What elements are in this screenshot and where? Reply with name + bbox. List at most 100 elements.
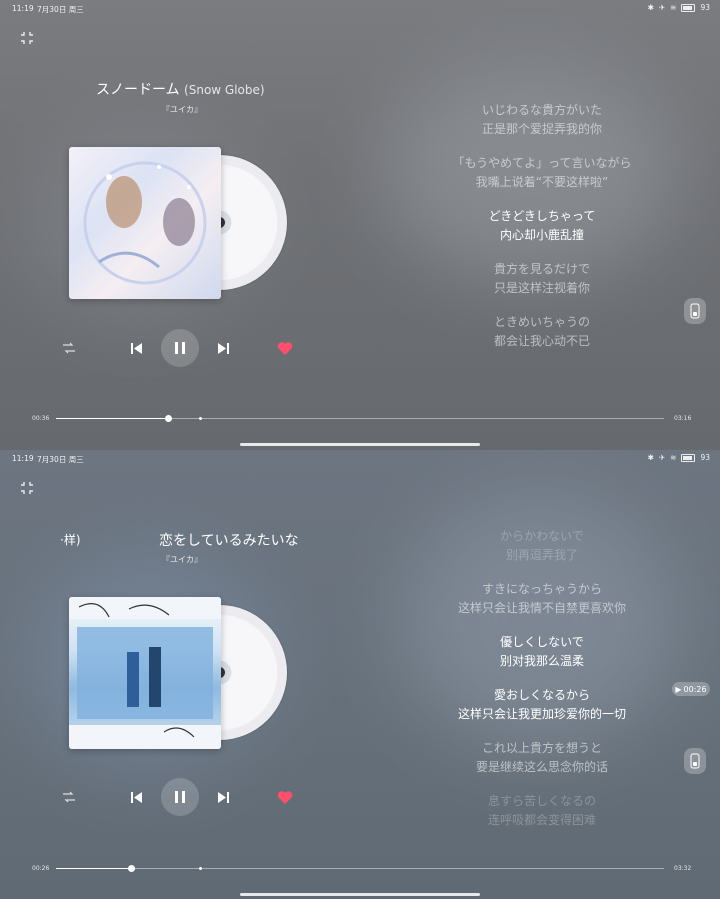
total-time: 03:16 [674, 415, 692, 422]
artist-name: 『ユイカ』 [162, 105, 202, 114]
lyric-seek-time: 00:26 [683, 684, 707, 694]
lyric-original: 息すら苦しくなるの [487, 794, 596, 808]
highlight-marker [199, 417, 202, 420]
lyric-line[interactable]: 愛おしくなるから这样只会让我更加珍爱你的一切 [372, 686, 712, 724]
status-time: 11:19 [12, 4, 34, 13]
lyric-translation: 这样只会让我更加珍爱你的一切 [457, 707, 626, 721]
lyric-original: ときめいちゃうの [493, 315, 590, 329]
album-cover [69, 147, 221, 299]
song-title-previous-fragment: ·样) [60, 533, 81, 547]
previous-icon[interactable] [130, 791, 143, 804]
status-icons: ✱ ✈ ≋ 93 [648, 453, 710, 462]
collapse-icon[interactable] [20, 481, 34, 495]
next-icon[interactable] [217, 791, 230, 804]
lyric-seek-badge[interactable]: ▶ 00:26 [672, 682, 710, 696]
play-icon: ▶ [675, 684, 682, 694]
song-title-text: スノードーム [96, 82, 180, 98]
heart-icon[interactable] [277, 341, 293, 356]
home-indicator[interactable] [240, 443, 480, 446]
lyric-mode-button[interactable] [684, 748, 706, 774]
lyric-original: 貴方を見るだけで [493, 262, 590, 276]
song-title: 恋をしているみたいな [159, 533, 299, 549]
lyric-mode-icon [690, 753, 700, 769]
artist-name: 『ユイカ』 [162, 555, 202, 564]
album-cover [69, 597, 221, 749]
elapsed-time: 00:26 [32, 865, 50, 872]
status-time: 11:19 [12, 454, 34, 463]
lyric-mode-button[interactable] [684, 298, 706, 324]
battery-level: 93 [700, 453, 710, 462]
lyric-line[interactable]: どきどきしちゃって 内心却小鹿乱撞 [372, 207, 712, 245]
status-date: 7月30日 周三 [37, 455, 84, 464]
bluetooth-icon: ✱ [647, 3, 654, 12]
lyric-line[interactable]: ときめいちゃうの 都会让我心动不已 [372, 313, 712, 351]
status-icons: ✱ ✈ ≋ 93 [648, 3, 710, 12]
song-title: スノードーム (Snow Globe) [96, 79, 265, 99]
battery-level: 93 [700, 3, 710, 12]
lyric-translation: 要是继续这么思念你的话 [475, 760, 608, 774]
status-bar: 11:19 7月30日 周三 ✱ ✈ ≋ 93 [0, 450, 720, 468]
battery-icon [681, 3, 696, 12]
wifi-icon: ≋ [670, 453, 677, 462]
seek-handle[interactable] [127, 865, 135, 872]
lyric-translation: 内心却小鹿乱撞 [499, 228, 584, 242]
lyric-line[interactable]: 「もうやめてよ」って言いながら 我嘴上说着“不要这样啦” [372, 154, 712, 192]
pause-icon [175, 791, 185, 803]
lyric-translation: 别再逗弄我了 [505, 548, 578, 562]
heart-icon[interactable] [277, 790, 293, 805]
lyric-original: いじわるな貴方がいた [481, 103, 602, 117]
seek-bar[interactable] [56, 415, 664, 422]
player-screen-1: 11:19 7月30日 周三 ✱ ✈ ≋ 93 スノードーム (Snow Glo… [0, 0, 720, 450]
playback-controls [0, 329, 360, 369]
lyric-line[interactable]: これ以上貴方を想うと 要是继续这么思念你的话 [372, 739, 712, 777]
bluetooth-icon: ✱ [647, 453, 654, 462]
song-title-marquee: ·样) 恋をしているみたいな [60, 528, 300, 550]
shuffle-icon[interactable] [62, 790, 76, 804]
lyric-translation: 正是那个爱捉弄我的你 [481, 122, 602, 136]
lyrics-panel[interactable]: いじわるな貴方がいた 正是那个爱捉弄我的你 「もうやめてよ」って言いながら 我嘴上说着… [372, 101, 712, 366]
lyric-original: 愛おしくなるから [493, 688, 590, 702]
lyric-line[interactable]: 貴方を見るだけで 只是这样注视着你 [372, 260, 712, 298]
lyric-line[interactable]: すきになっちゃうから这样只会让我情不自禁更喜欢你 [372, 580, 712, 618]
lyric-line[interactable]: からかわないで 别再逗弄我了 [372, 527, 712, 565]
elapsed-time: 00:36 [32, 415, 50, 422]
lyric-line[interactable]: いじわるな貴方がいた 正是那个爱捉弄我的你 [372, 101, 712, 139]
playback-controls [0, 778, 360, 818]
lyrics-panel[interactable]: からかわないで 别再逗弄我了すきになっちゃうから这样只会让我情不自禁更喜欢你優しく… [372, 527, 712, 845]
lyric-translation: 只是这样注视着你 [493, 281, 590, 295]
pause-button[interactable] [161, 329, 199, 367]
airplane-icon: ✈ [658, 453, 666, 462]
lyric-original: 「もうやめてよ」って言いながら [452, 156, 632, 170]
player-screen-2: 11:19 7月30日 周三 ✱ ✈ ≋ 93 ·样) 恋をしているみたいな 『… [0, 450, 720, 899]
album-art [83, 161, 207, 285]
lyric-original: からかわないで [500, 529, 584, 543]
lyric-original: すきになっちゃうから [481, 582, 602, 596]
total-time: 03:32 [674, 865, 692, 872]
lyric-original: どきどきしちゃって [488, 209, 596, 223]
song-subtitle: (Snow Globe) [184, 83, 265, 97]
seek-progress [56, 418, 168, 419]
lyric-translation: 都会让我心动不已 [493, 334, 590, 348]
collapse-icon[interactable] [20, 31, 34, 45]
lyric-translation: 别对我那么温柔 [499, 654, 584, 668]
highlight-marker [199, 867, 202, 870]
battery-icon [681, 453, 696, 462]
lyric-translation: 我嘴上说着“不要这样啦” [475, 175, 609, 189]
next-icon[interactable] [217, 342, 230, 355]
airplane-icon: ✈ [658, 3, 666, 12]
lyric-mode-icon [690, 303, 700, 319]
lyric-translation: 连呼吸都会变得困难 [487, 813, 596, 827]
previous-icon[interactable] [130, 342, 143, 355]
lyric-line[interactable]: 優しくしないで 别对我那么温柔 [372, 633, 712, 671]
lyric-original: これ以上貴方を想うと [481, 741, 602, 755]
seek-handle[interactable] [164, 415, 172, 422]
shuffle-icon[interactable] [62, 341, 76, 355]
wifi-icon: ≋ [670, 3, 677, 12]
status-bar: 11:19 7月30日 周三 ✱ ✈ ≋ 93 [0, 0, 720, 18]
lyric-line[interactable]: 息すら苦しくなるの 连呼吸都会变得困难 [372, 792, 712, 830]
home-indicator[interactable] [240, 893, 480, 896]
lyric-translation: 这样只会让我情不自禁更喜欢你 [457, 601, 626, 615]
album-art [69, 597, 221, 749]
pause-button[interactable] [161, 778, 199, 816]
seek-bar[interactable] [56, 865, 664, 872]
